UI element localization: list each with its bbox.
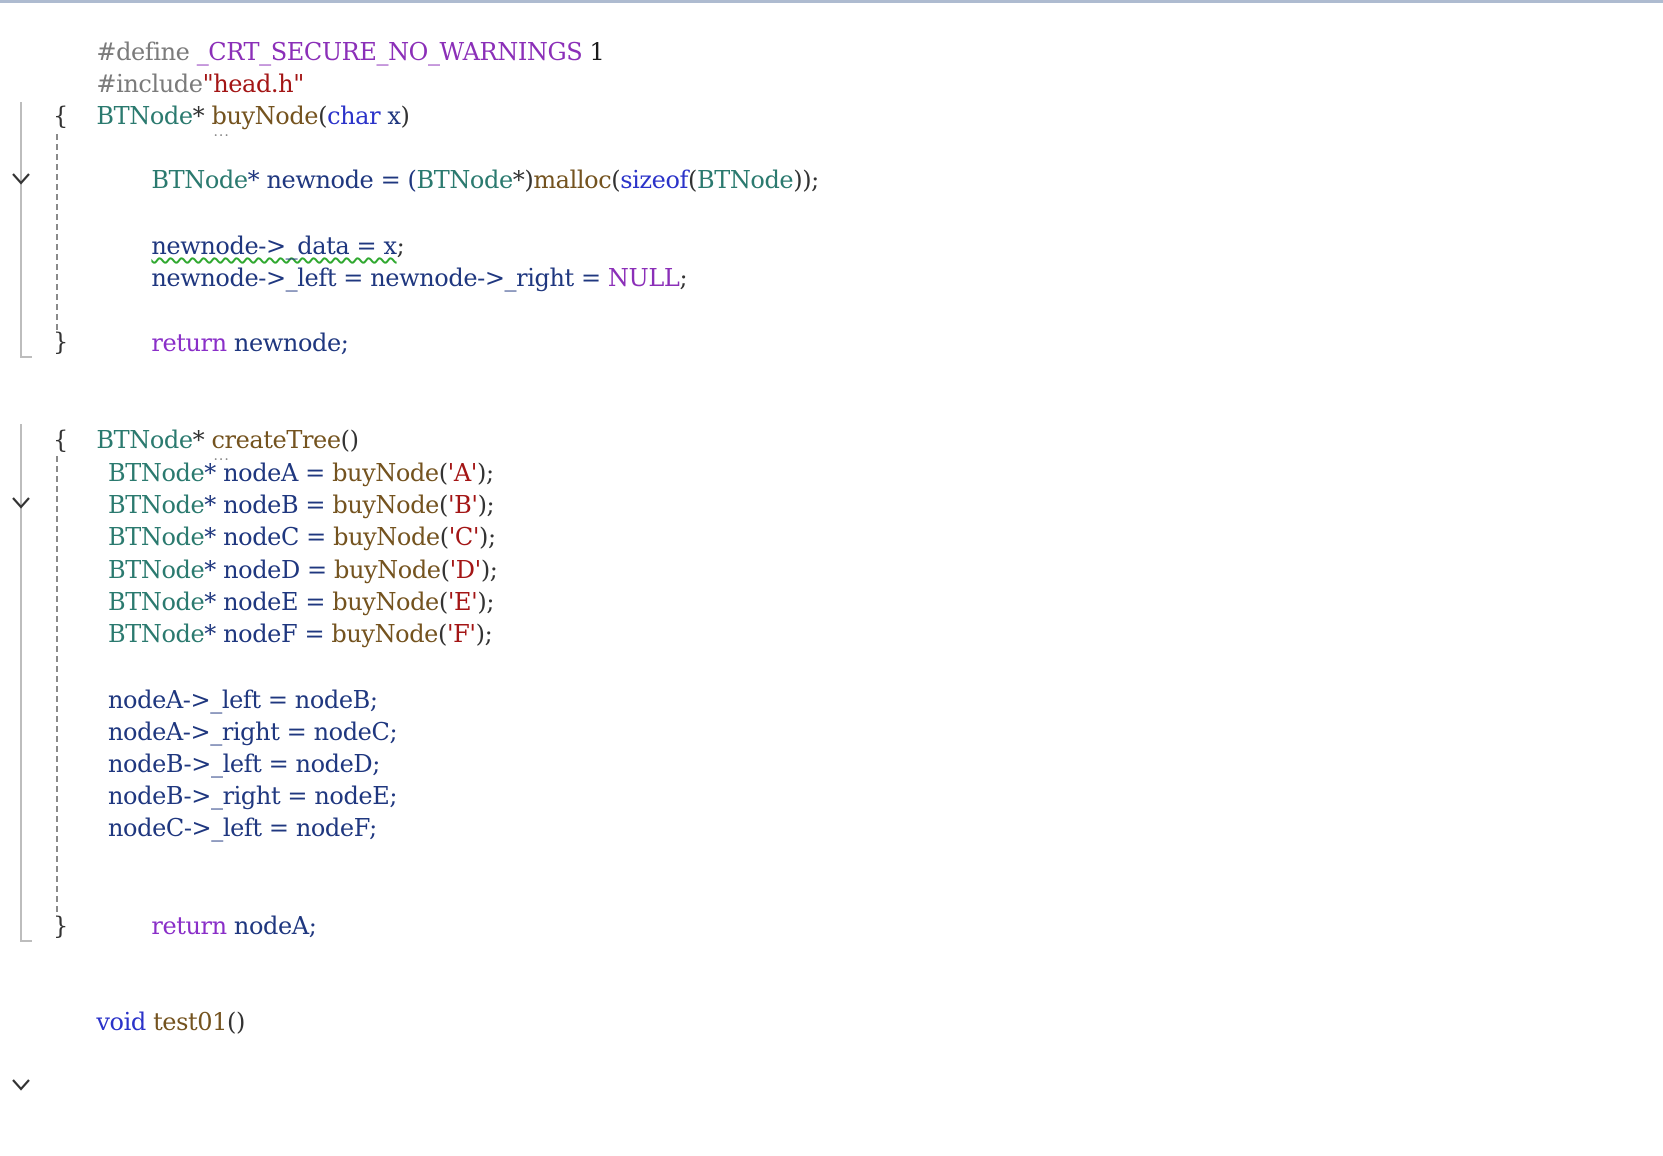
code-line-24[interactable]: } <box>0 910 1663 942</box>
function-call: buyNode <box>331 620 438 648</box>
code-token: ); <box>480 556 498 584</box>
paren: ( <box>611 166 621 194</box>
code-line-21[interactable]: nodeB->_right = nodeE; <box>0 780 1663 812</box>
code-line-25[interactable]: void test01() <box>0 974 1663 1091</box>
type-token: BTNode <box>108 588 205 616</box>
paren: ( <box>439 523 449 551</box>
code-token: nodeB->_right = nodeE; <box>108 782 398 810</box>
chevron-down-icon[interactable] <box>10 1006 32 1091</box>
editor-top-border <box>0 0 1663 3</box>
char-literal: 'B' <box>447 491 478 519</box>
code-token: ); <box>477 588 495 616</box>
type-token: BTNode <box>108 459 205 487</box>
char-literal: 'A' <box>447 459 478 487</box>
paren: ( <box>440 556 450 584</box>
code-token: * nodeF = <box>204 620 332 648</box>
paren: ( <box>438 459 448 487</box>
code-line-22[interactable]: nodeC->_left = nodeF; <box>0 812 1663 844</box>
type-token: BTNode <box>108 620 205 648</box>
type-token: BTNode <box>108 556 205 584</box>
keyword-token: sizeof <box>620 166 688 194</box>
code-line-12[interactable]: BTNode* nodeA = buyNode('A'); <box>0 457 1663 489</box>
code-line-2[interactable]: #include"head.h" <box>0 36 1663 98</box>
code-token: )); <box>793 166 819 194</box>
char-literal: 'F' <box>446 620 476 648</box>
code-token: nodeC->_left = nodeF; <box>108 814 377 842</box>
code-token: * newnode = ( <box>247 166 417 194</box>
code-token: ); <box>477 491 495 519</box>
code-token: * nodeE = <box>204 588 333 616</box>
semicolon: ; <box>679 264 688 292</box>
code-token: newnode->_left = newnode->_right = <box>151 264 608 292</box>
paren: ( <box>438 620 447 648</box>
code-line-23[interactable]: return nodeA; <box>0 878 1663 940</box>
code-line-15[interactable]: BTNode* nodeD = buyNode('D'); <box>0 554 1663 586</box>
code-line-9[interactable]: } <box>0 326 1663 358</box>
code-line-3[interactable]: BTNode* buyNode(char x) <box>0 68 1663 185</box>
code-token: * nodeB = <box>204 491 333 519</box>
code-line-17[interactable]: BTNode* nodeF = buyNode('F'); <box>0 618 1663 650</box>
function-call: buyNode <box>333 556 441 584</box>
type-token: BTNode <box>416 166 513 194</box>
code-line-8[interactable]: return newnode; <box>0 295 1663 357</box>
close-brace: } <box>53 328 68 356</box>
code-line-20[interactable]: nodeB->_left = nodeD; <box>0 748 1663 780</box>
close-brace: } <box>53 912 68 940</box>
code-line-16[interactable]: BTNode* nodeE = buyNode('E'); <box>0 586 1663 618</box>
paren: ( <box>438 491 448 519</box>
code-token: ); <box>476 459 494 487</box>
code-line-7[interactable]: newnode->_left = newnode->_right = NULL; <box>0 230 1663 292</box>
code-token: nodeB->_left = nodeD; <box>108 750 380 778</box>
char-literal: 'D' <box>449 556 482 584</box>
code-token: * nodeC = <box>204 523 334 551</box>
type-token: BTNode <box>108 491 205 519</box>
code-token: * nodeD = <box>204 556 334 584</box>
code-line-4[interactable]: { <box>0 100 1663 132</box>
code-line-6[interactable]: newnode->_data = x; <box>0 198 1663 260</box>
code-token: *) <box>512 166 534 194</box>
paren: () <box>227 1008 245 1036</box>
code-token: * nodeA = <box>204 459 333 487</box>
type-token: BTNode <box>696 166 794 194</box>
char-literal: 'E' <box>447 588 478 616</box>
open-brace: { <box>53 102 68 130</box>
code-line-5[interactable]: BTNode* newnode = (BTNode*)malloc(sizeof… <box>0 132 1663 194</box>
function-call: buyNode <box>332 459 439 487</box>
code-line-14[interactable]: BTNode* nodeC = buyNode('C'); <box>0 521 1663 553</box>
null-macro: NULL <box>607 264 680 292</box>
function-name-test01[interactable]: test01 <box>153 1008 227 1036</box>
function-call: buyNode <box>332 491 439 519</box>
function-call: malloc <box>533 166 612 194</box>
function-call: buyNode <box>333 523 440 551</box>
code-token: nodeA->_left = nodeB; <box>108 686 378 714</box>
code-line-19[interactable]: nodeA->_right = nodeC; <box>0 716 1663 748</box>
char-literal: 'C' <box>448 523 480 551</box>
code-line-11[interactable]: { <box>0 424 1663 456</box>
code-token: ); <box>475 620 493 648</box>
code-line-10[interactable]: BTNode* createTree() <box>0 392 1663 509</box>
paren: ( <box>688 166 697 194</box>
code-editor[interactable]: #define _CRT_SECURE_NO_WARNINGS 1 #inclu… <box>0 4 1663 1091</box>
type-token: BTNode <box>108 523 205 551</box>
function-call: buyNode <box>332 588 439 616</box>
code-token: ); <box>479 523 496 551</box>
type-token: BTNode <box>151 166 248 194</box>
open-brace: { <box>53 426 68 454</box>
code-token: nodeA->_right = nodeC; <box>108 718 398 746</box>
code-line-13[interactable]: BTNode* nodeB = buyNode('B'); <box>0 489 1663 521</box>
keyword-token: void <box>96 1008 146 1036</box>
paren: ( <box>438 588 448 616</box>
code-line-1[interactable]: #define _CRT_SECURE_NO_WARNINGS 1 <box>0 4 1663 66</box>
code-line-18[interactable]: nodeA->_left = nodeB; <box>0 684 1663 716</box>
